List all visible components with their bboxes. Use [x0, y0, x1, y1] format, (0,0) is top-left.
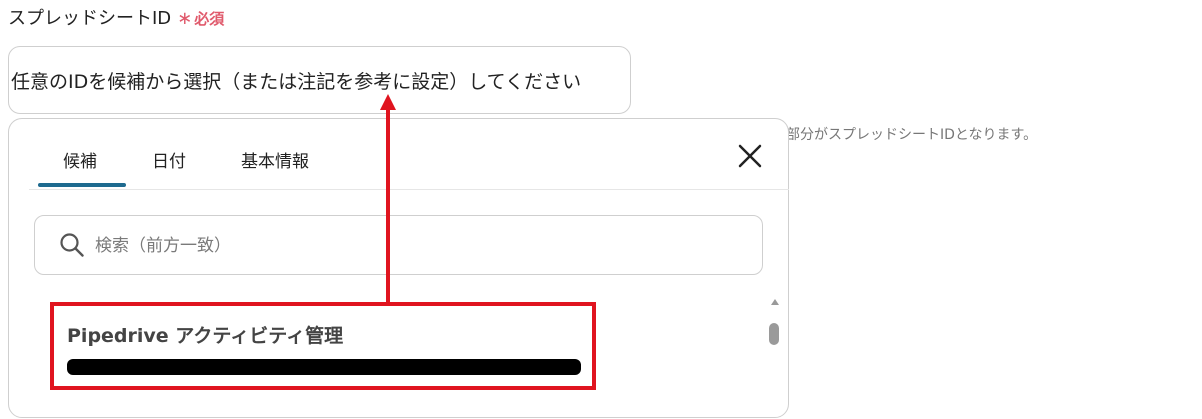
field-label: スプレッドシートID ∗ 必須 — [8, 4, 224, 30]
search-input[interactable] — [93, 228, 737, 264]
search-icon — [60, 233, 84, 257]
close-button[interactable] — [735, 141, 765, 171]
search-field[interactable] — [34, 215, 763, 275]
redaction-bar — [67, 359, 581, 375]
field-note: 部分がスプレッドシートIDとなります。 — [786, 127, 1038, 143]
scroll-up-icon[interactable] — [771, 299, 779, 305]
scrollbar-thumb[interactable] — [769, 323, 779, 345]
tab-suggestions[interactable]: 候補 — [38, 147, 126, 187]
dropdown-tabs: 候補 日付 基本情報 — [29, 119, 789, 190]
field-label-text: スプレッドシートID — [8, 8, 172, 29]
required-text: 必須 — [194, 10, 225, 28]
tab-date[interactable]: 日付 — [152, 147, 186, 172]
list-item-title: Pipedrive アクティビティ管理 — [67, 325, 344, 347]
list-item[interactable]: Pipedrive アクティビティ管理 — [47, 305, 587, 385]
required-star-icon: ∗ — [177, 8, 193, 29]
spreadsheet-id-input[interactable]: 任意のIDを候補から選択（または注記を参考に設定）してください — [8, 46, 631, 114]
suggestion-dropdown: 候補 日付 基本情報 Pipedrive アクティビティ管理 — [8, 118, 789, 418]
spreadsheet-id-placeholder: 任意のIDを候補から選択（または注記を参考に設定）してください — [11, 71, 582, 93]
close-icon — [738, 144, 762, 168]
tab-basic-info[interactable]: 基本情報 — [241, 147, 309, 172]
scrollbar[interactable] — [769, 299, 781, 419]
